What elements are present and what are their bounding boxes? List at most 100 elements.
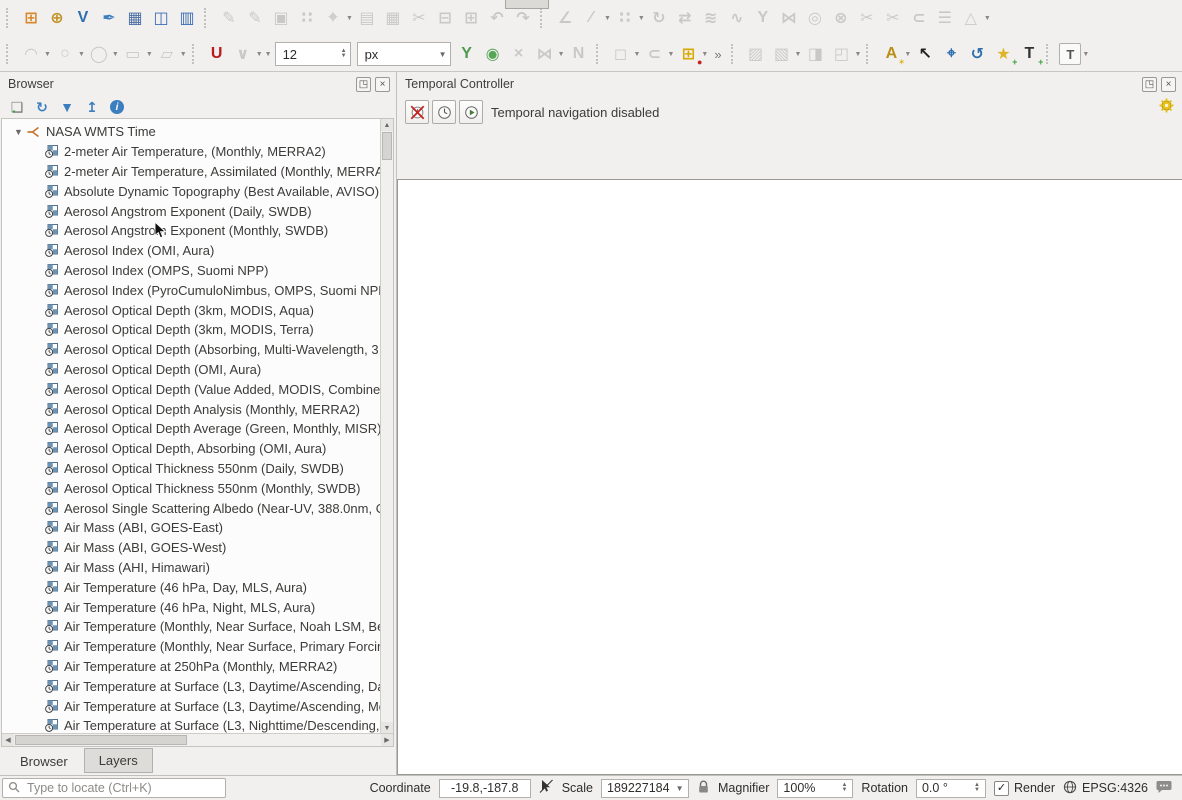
layer-overlap-icon[interactable]: ⊞ ● (676, 42, 703, 67)
tree-item[interactable]: Aerosol Single Scattering Albedo (Near-U… (2, 498, 381, 518)
refresh-icon[interactable]: ↻ (33, 98, 51, 116)
chevron-down-icon[interactable]: ▼ (984, 15, 991, 22)
map-hatch-alt-icon[interactable]: ▧ (770, 42, 794, 66)
tree-item[interactable]: Air Temperature at 250hPa (Monthly, MERR… (2, 657, 381, 677)
float-panel-icon[interactable]: ◳ (1142, 76, 1157, 92)
map-window-icon[interactable]: ◰ (829, 42, 853, 66)
scale-combobox[interactable]: 189227184 ▼ (601, 778, 689, 798)
zigzag-tool-icon[interactable]: N (567, 42, 591, 66)
undo-icon[interactable]: ↶ (485, 6, 509, 30)
move-feature-icon[interactable]: ⇄ (673, 6, 697, 30)
add-layer-globe-icon[interactable]: ⊕ (45, 6, 69, 30)
properties-widget-icon[interactable]: i (108, 98, 126, 116)
chevron-down-icon[interactable]: ▼ (256, 51, 263, 58)
tree-item[interactable]: Absolute Dynamic Topography (Best Availa… (2, 181, 381, 201)
toggle-extents-pointer-icon[interactable] (539, 779, 554, 797)
temporal-navigation-off-button[interactable] (405, 100, 429, 124)
vertical-scrollbar[interactable]: ▲ ▼ (380, 119, 393, 734)
save-edits-icon[interactable]: ▣ (269, 6, 293, 30)
tree-item[interactable]: Air Temperature (46 hPa, Night, MLS, Aur… (2, 597, 381, 617)
tree-item[interactable]: Aerosol Optical Depth Average (Green, Mo… (2, 419, 381, 439)
add-circle-icon[interactable]: ○ (53, 42, 77, 66)
cut-features-icon[interactable]: ✂ (407, 6, 431, 30)
lock-scale-icon[interactable] (697, 780, 710, 797)
attribute-table-icon[interactable]: ▦ (381, 6, 405, 30)
map-canvas[interactable] (397, 179, 1182, 775)
trim-extend-icon[interactable]: ✂ (855, 6, 879, 30)
tree-item[interactable]: Air Temperature (46 hPa, Day, MLS, Aura) (2, 577, 381, 597)
tree-item[interactable]: Aerosol Optical Depth (OMI, Aura) (2, 360, 381, 380)
favorite-label-icon[interactable]: ★ + (991, 42, 1017, 67)
tree-item[interactable]: Aerosol Optical Depth (Absorbing, Multi-… (2, 340, 381, 360)
tree-root-nasa-wmts-time[interactable]: ▼ NASA WMTS Time (2, 122, 381, 142)
tree-item[interactable]: Aerosol Angstrom Exponent (Monthly, SWDB… (2, 221, 381, 241)
chevron-down-icon[interactable]: ▼ (180, 51, 187, 58)
box-exchange-icon[interactable]: ◨ (803, 42, 827, 66)
horizontal-scrollbar-thumb[interactable] (15, 735, 187, 745)
tree-item[interactable]: Aerosol Optical Thickness 550nm (Monthly… (2, 478, 381, 498)
add-rectangle-icon[interactable]: ▭ (121, 42, 145, 66)
tree-item[interactable]: Air Temperature at Surface (L3, Nighttim… (2, 716, 381, 734)
tree-item[interactable]: Aerosol Optical Thickness 550nm (Daily, … (2, 459, 381, 479)
scroll-right-icon[interactable]: ▶ (381, 734, 393, 746)
add-record-icon[interactable]: ∷ (295, 6, 319, 30)
magnifier-spinbox[interactable]: 100% ▲ ▼ (777, 778, 854, 798)
map-hatch-icon[interactable]: ▨ (744, 42, 768, 66)
tree-item[interactable]: Aerosol Optical Depth Analysis (Monthly,… (2, 399, 381, 419)
chevron-down-icon[interactable]: ▼ (854, 51, 861, 58)
unit-combobox[interactable]: px ▼ (356, 42, 451, 66)
deselect-features-icon[interactable]: × (507, 42, 531, 66)
clamp-icon[interactable]: ⊂ (907, 6, 931, 30)
rotate-label-icon[interactable]: ↺ (965, 42, 989, 66)
tree-item[interactable]: Aerosol Index (PyroCumuloNimbus, OMPS, S… (2, 280, 381, 300)
tree-item[interactable]: Aerosol Optical Depth (3km, MODIS, Aqua) (2, 300, 381, 320)
tree-item[interactable]: Aerosol Index (OMPS, Suomi NPP) (2, 261, 381, 281)
vertex-tool-icon[interactable]: ⌖ (321, 6, 345, 30)
collapse-all-icon[interactable]: ↥ (83, 98, 101, 116)
close-panel-icon[interactable]: × (1161, 76, 1176, 92)
redo-icon[interactable]: ↷ (511, 6, 535, 30)
tree-item[interactable]: Aerosol Index (OMI, Aura) (2, 241, 381, 261)
float-panel-icon[interactable]: ◳ (356, 76, 371, 92)
chevron-down-icon[interactable]: ▼ (604, 15, 611, 22)
pan-map-icon[interactable]: Y (455, 42, 479, 66)
chevron-down-icon[interactable]: ▼ (795, 51, 802, 58)
tree-item[interactable]: 2-meter Air Temperature, (Monthly, MERRA… (2, 142, 381, 162)
chevron-down-icon[interactable]: ▼ (701, 51, 708, 58)
filter-browser-icon[interactable]: ▼ (58, 98, 76, 116)
tree-item[interactable]: Air Mass (AHI, Himawari) (2, 558, 381, 578)
chevron-down-icon[interactable]: ▼ (634, 51, 641, 58)
add-mesh-layer-icon[interactable]: ◫ (149, 6, 173, 30)
tree-item[interactable]: Aerosol Optical Depth, Absorbing (OMI, A… (2, 439, 381, 459)
add-ellipse-icon[interactable]: ◯ (87, 42, 111, 66)
layer-labeling-icon[interactable]: A ✶ (879, 42, 906, 67)
toolbar-overflow-chevron[interactable]: » (714, 47, 721, 62)
tree-item[interactable]: Aerosol Angstrom Exponent (Daily, SWDB) (2, 201, 381, 221)
add-regular-polygon-icon[interactable]: ▱ (155, 42, 179, 66)
measure-line-icon[interactable]: ∕ (579, 6, 603, 30)
fixed-range-temporal-navigation-button[interactable] (432, 100, 456, 124)
add-part-icon[interactable]: ∷ (613, 6, 637, 30)
tab-layers[interactable]: Layers (83, 748, 153, 773)
coordinate-input[interactable]: -19.8,-187.8 (438, 778, 531, 798)
add-raster-layer-icon[interactable]: ▦ (123, 6, 147, 30)
stroke-width-spinbox[interactable]: 12 ▲ ▼ (274, 42, 351, 66)
select-features-icon[interactable]: ⋈ (533, 42, 557, 66)
tree-item[interactable]: Air Temperature at Surface (L3, Daytime/… (2, 696, 381, 716)
merge-features-icon[interactable]: ⋈ (777, 6, 801, 30)
tree-item[interactable]: Air Temperature at Surface (L3, Daytime/… (2, 676, 381, 696)
move-selection-icon[interactable]: ◻ (609, 42, 633, 66)
fill-ring-icon[interactable]: ◎ (803, 6, 827, 30)
chevron-down-icon[interactable]: ▼ (676, 784, 684, 793)
align-features-icon[interactable]: ☰ (933, 6, 957, 30)
add-selected-layers-icon[interactable]: ❏ ▪ (8, 98, 26, 116)
rotate-feature-icon[interactable]: ↻ (647, 6, 671, 30)
circular-string-icon[interactable]: ◠ (19, 42, 43, 66)
paste-features-icon[interactable]: ⊞ (459, 6, 483, 30)
delete-part-icon[interactable]: ⊗ (829, 6, 853, 30)
crs-status-button[interactable]: EPSG:4326 (1063, 780, 1148, 797)
tree-item[interactable]: Air Mass (ABI, GOES-East) (2, 518, 381, 538)
tree-item[interactable]: Aerosol Optical Depth (Value Added, MODI… (2, 379, 381, 399)
animated-temporal-navigation-button[interactable] (459, 100, 483, 124)
chevron-down-icon[interactable]: ▼ (78, 51, 85, 58)
